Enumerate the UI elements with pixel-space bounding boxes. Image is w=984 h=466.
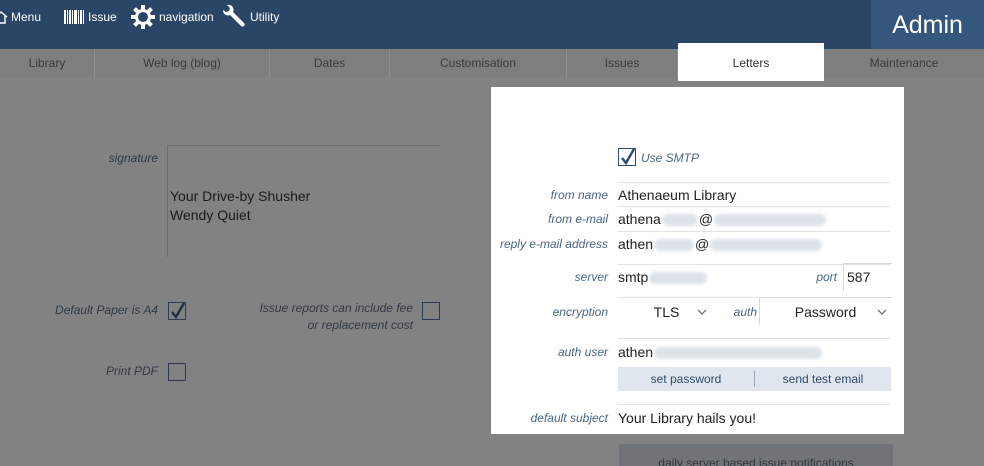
issue-reports-label-line-2: or replacement cost	[307, 318, 413, 332]
menu-nav-item[interactable]: Menu	[0, 0, 41, 34]
reply-email-input[interactable]: athen @	[618, 236, 823, 252]
default-paper-label: Default Paper is A4	[55, 303, 158, 317]
checkmark-icon	[621, 148, 636, 166]
default-subject-input[interactable]: Your Library hails you!	[618, 410, 756, 426]
reply-email-at: @	[695, 236, 710, 252]
smtp-action-bar: set password send test email	[618, 367, 891, 391]
utility-nav-item[interactable]: Utility	[221, 0, 279, 34]
print-pdf-label: Print PDF	[105, 364, 158, 378]
print-pdf-checkbox[interactable]	[168, 363, 186, 381]
tab-bar: Library Web log (blog) Dates Customisati…	[0, 43, 984, 81]
auth-select[interactable]: Password	[759, 304, 892, 320]
server-label: server	[574, 270, 608, 284]
port-input[interactable]: 587	[847, 269, 870, 285]
redacted-text	[661, 214, 698, 227]
tab-web-log[interactable]: Web log (blog)	[95, 49, 270, 77]
signature-line-1: Your Drive-by Shusher	[170, 188, 311, 204]
auth-user-input[interactable]: athen	[618, 344, 823, 360]
auth-user-prefix: athen	[618, 344, 654, 360]
from-email-label: from e-mail	[547, 212, 608, 226]
issue-label: Issue	[88, 10, 117, 24]
use-smtp-checkbox[interactable]	[618, 148, 636, 166]
home-icon	[0, 10, 8, 24]
auth-user-label: auth user	[557, 345, 608, 359]
reply-email-label: reply e-mail address	[499, 237, 608, 251]
daily-notifications-button[interactable]: daily server based issue notifications	[619, 444, 893, 466]
admin-title: Admin	[871, 0, 984, 49]
auth-label: auth	[733, 305, 757, 319]
letters-email-panel: Use SMTP from name Athenaeum Library fro…	[491, 87, 904, 434]
tab-dates[interactable]: Dates	[270, 49, 390, 77]
menu-label: Menu	[11, 10, 42, 24]
issue-reports-checkbox[interactable]	[422, 302, 440, 320]
divider	[618, 206, 890, 207]
divider	[618, 338, 890, 339]
redacted-text	[649, 272, 708, 285]
set-password-button[interactable]: set password	[618, 372, 754, 386]
use-smtp-label: Use SMTP	[641, 151, 700, 165]
chevron-down-icon	[877, 303, 887, 321]
signature-text: Your Drive-by Shusher Wendy Quiet	[170, 187, 310, 225]
barcode-icon	[63, 9, 85, 25]
gear-icon	[130, 4, 156, 30]
from-email-prefix: athena	[618, 211, 661, 227]
issue-nav-item[interactable]: Issue	[63, 0, 117, 34]
redacted-text	[654, 239, 695, 252]
encryption-label: encryption	[552, 305, 608, 319]
signature-line-2: Wendy Quiet	[170, 207, 251, 223]
divider	[618, 404, 890, 405]
redacted-text	[710, 239, 823, 252]
default-paper-checkbox[interactable]	[168, 302, 186, 320]
redacted-text	[654, 347, 823, 360]
tab-customisation[interactable]: Customisation	[390, 49, 567, 77]
wrench-icon	[221, 4, 247, 30]
issue-reports-label: Issue reports can include fee or replace…	[232, 300, 413, 334]
from-name-label: from name	[550, 188, 608, 202]
tab-maintenance[interactable]: Maintenance	[824, 49, 984, 77]
from-email-input[interactable]: athena @	[618, 211, 827, 227]
utility-label: Utility	[250, 10, 280, 24]
divider	[618, 297, 758, 298]
divider	[618, 182, 890, 183]
reply-email-prefix: athen	[618, 236, 654, 252]
server-input[interactable]: smtp	[618, 269, 708, 285]
divider	[618, 231, 890, 232]
navigation-nav-item[interactable]: navigation	[130, 0, 214, 34]
tab-library[interactable]: Library	[0, 49, 95, 77]
signature-label: signature	[108, 151, 158, 165]
tab-issues[interactable]: Issues	[567, 49, 678, 77]
server-prefix: smtp	[618, 269, 649, 285]
port-label: port	[816, 270, 837, 284]
issue-reports-label-line-1: Issue reports can include fee	[259, 301, 413, 315]
redacted-text	[714, 214, 827, 227]
tab-letters[interactable]: Letters	[678, 43, 824, 81]
chevron-down-icon	[697, 303, 707, 321]
from-email-at: @	[698, 211, 714, 227]
from-name-input[interactable]: Athenaeum Library	[618, 187, 736, 203]
send-test-email-button[interactable]: send test email	[755, 372, 891, 386]
navigation-label: navigation	[159, 10, 214, 24]
checkmark-icon	[171, 302, 186, 320]
default-subject-label: default subject	[530, 411, 608, 425]
